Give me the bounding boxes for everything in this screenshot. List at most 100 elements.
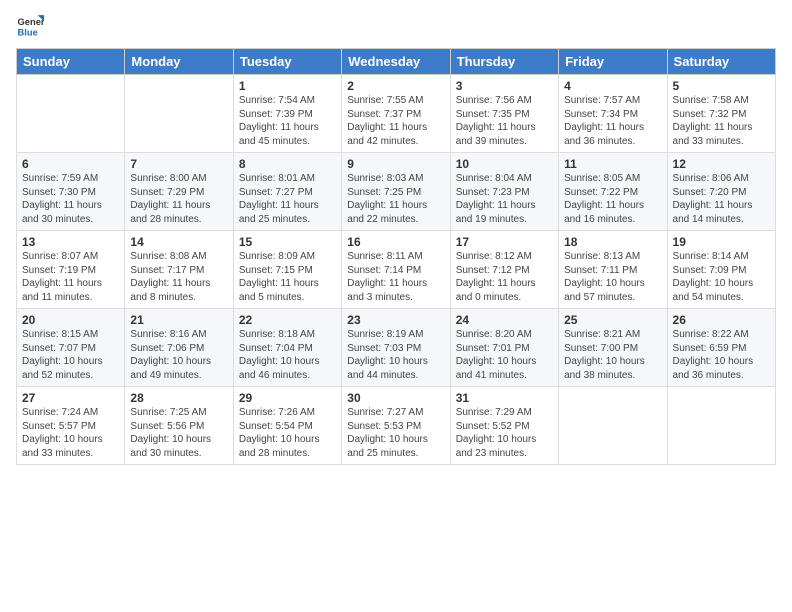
header-tuesday: Tuesday <box>233 49 341 75</box>
logo-icon: General Blue <box>16 12 44 40</box>
day-number: 24 <box>456 313 553 327</box>
day-info: Sunrise: 8:06 AM Sunset: 7:20 PM Dayligh… <box>673 172 770 226</box>
day-number: 26 <box>673 313 770 327</box>
header-sunday: Sunday <box>17 49 125 75</box>
day-info: Sunrise: 8:08 AM Sunset: 7:17 PM Dayligh… <box>130 250 227 304</box>
header-wednesday: Wednesday <box>342 49 450 75</box>
day-info: Sunrise: 8:01 AM Sunset: 7:27 PM Dayligh… <box>239 172 336 226</box>
day-cell: 16Sunrise: 8:11 AM Sunset: 7:14 PM Dayli… <box>342 231 450 309</box>
day-info: Sunrise: 7:27 AM Sunset: 5:53 PM Dayligh… <box>347 406 444 460</box>
day-number: 20 <box>22 313 119 327</box>
day-number: 5 <box>673 79 770 93</box>
day-number: 19 <box>673 235 770 249</box>
day-info: Sunrise: 7:26 AM Sunset: 5:54 PM Dayligh… <box>239 406 336 460</box>
day-number: 14 <box>130 235 227 249</box>
day-cell: 20Sunrise: 8:15 AM Sunset: 7:07 PM Dayli… <box>17 309 125 387</box>
day-cell: 23Sunrise: 8:19 AM Sunset: 7:03 PM Dayli… <box>342 309 450 387</box>
day-cell <box>559 387 667 465</box>
day-info: Sunrise: 8:12 AM Sunset: 7:12 PM Dayligh… <box>456 250 553 304</box>
day-info: Sunrise: 7:55 AM Sunset: 7:37 PM Dayligh… <box>347 94 444 148</box>
day-cell: 13Sunrise: 8:07 AM Sunset: 7:19 PM Dayli… <box>17 231 125 309</box>
week-row-2: 6Sunrise: 7:59 AM Sunset: 7:30 PM Daylig… <box>17 153 776 231</box>
header: General Blue <box>16 12 776 40</box>
day-cell: 31Sunrise: 7:29 AM Sunset: 5:52 PM Dayli… <box>450 387 558 465</box>
day-number: 28 <box>130 391 227 405</box>
day-info: Sunrise: 8:19 AM Sunset: 7:03 PM Dayligh… <box>347 328 444 382</box>
day-cell: 19Sunrise: 8:14 AM Sunset: 7:09 PM Dayli… <box>667 231 775 309</box>
day-info: Sunrise: 7:25 AM Sunset: 5:56 PM Dayligh… <box>130 406 227 460</box>
day-cell: 8Sunrise: 8:01 AM Sunset: 7:27 PM Daylig… <box>233 153 341 231</box>
day-info: Sunrise: 8:09 AM Sunset: 7:15 PM Dayligh… <box>239 250 336 304</box>
day-cell: 28Sunrise: 7:25 AM Sunset: 5:56 PM Dayli… <box>125 387 233 465</box>
day-number: 2 <box>347 79 444 93</box>
day-cell: 25Sunrise: 8:21 AM Sunset: 7:00 PM Dayli… <box>559 309 667 387</box>
day-number: 10 <box>456 157 553 171</box>
day-number: 6 <box>22 157 119 171</box>
day-info: Sunrise: 8:21 AM Sunset: 7:00 PM Dayligh… <box>564 328 661 382</box>
day-cell <box>17 75 125 153</box>
day-number: 27 <box>22 391 119 405</box>
week-row-3: 13Sunrise: 8:07 AM Sunset: 7:19 PM Dayli… <box>17 231 776 309</box>
day-cell: 22Sunrise: 8:18 AM Sunset: 7:04 PM Dayli… <box>233 309 341 387</box>
day-number: 22 <box>239 313 336 327</box>
day-cell: 12Sunrise: 8:06 AM Sunset: 7:20 PM Dayli… <box>667 153 775 231</box>
day-cell: 10Sunrise: 8:04 AM Sunset: 7:23 PM Dayli… <box>450 153 558 231</box>
day-cell: 30Sunrise: 7:27 AM Sunset: 5:53 PM Dayli… <box>342 387 450 465</box>
calendar-table: SundayMondayTuesdayWednesdayThursdayFrid… <box>16 48 776 465</box>
day-number: 18 <box>564 235 661 249</box>
day-cell: 5Sunrise: 7:58 AM Sunset: 7:32 PM Daylig… <box>667 75 775 153</box>
logo: General Blue <box>16 12 44 40</box>
day-number: 23 <box>347 313 444 327</box>
day-info: Sunrise: 7:54 AM Sunset: 7:39 PM Dayligh… <box>239 94 336 148</box>
day-number: 15 <box>239 235 336 249</box>
day-cell <box>125 75 233 153</box>
day-info: Sunrise: 8:16 AM Sunset: 7:06 PM Dayligh… <box>130 328 227 382</box>
day-cell <box>667 387 775 465</box>
day-info: Sunrise: 8:00 AM Sunset: 7:29 PM Dayligh… <box>130 172 227 226</box>
day-info: Sunrise: 7:24 AM Sunset: 5:57 PM Dayligh… <box>22 406 119 460</box>
page: General Blue SundayMondayTuesdayWednesda… <box>0 0 792 612</box>
day-number: 21 <box>130 313 227 327</box>
day-cell: 21Sunrise: 8:16 AM Sunset: 7:06 PM Dayli… <box>125 309 233 387</box>
day-cell: 27Sunrise: 7:24 AM Sunset: 5:57 PM Dayli… <box>17 387 125 465</box>
day-info: Sunrise: 8:07 AM Sunset: 7:19 PM Dayligh… <box>22 250 119 304</box>
day-number: 29 <box>239 391 336 405</box>
header-thursday: Thursday <box>450 49 558 75</box>
days-header-row: SundayMondayTuesdayWednesdayThursdayFrid… <box>17 49 776 75</box>
day-cell: 14Sunrise: 8:08 AM Sunset: 7:17 PM Dayli… <box>125 231 233 309</box>
day-cell: 6Sunrise: 7:59 AM Sunset: 7:30 PM Daylig… <box>17 153 125 231</box>
day-number: 31 <box>456 391 553 405</box>
svg-text:General: General <box>18 17 44 27</box>
header-friday: Friday <box>559 49 667 75</box>
day-info: Sunrise: 8:14 AM Sunset: 7:09 PM Dayligh… <box>673 250 770 304</box>
day-info: Sunrise: 8:05 AM Sunset: 7:22 PM Dayligh… <box>564 172 661 226</box>
day-cell: 7Sunrise: 8:00 AM Sunset: 7:29 PM Daylig… <box>125 153 233 231</box>
day-cell: 17Sunrise: 8:12 AM Sunset: 7:12 PM Dayli… <box>450 231 558 309</box>
week-row-4: 20Sunrise: 8:15 AM Sunset: 7:07 PM Dayli… <box>17 309 776 387</box>
day-cell: 1Sunrise: 7:54 AM Sunset: 7:39 PM Daylig… <box>233 75 341 153</box>
day-info: Sunrise: 7:59 AM Sunset: 7:30 PM Dayligh… <box>22 172 119 226</box>
day-cell: 29Sunrise: 7:26 AM Sunset: 5:54 PM Dayli… <box>233 387 341 465</box>
day-info: Sunrise: 8:20 AM Sunset: 7:01 PM Dayligh… <box>456 328 553 382</box>
svg-text:Blue: Blue <box>18 27 38 37</box>
day-cell: 24Sunrise: 8:20 AM Sunset: 7:01 PM Dayli… <box>450 309 558 387</box>
day-number: 9 <box>347 157 444 171</box>
day-cell: 11Sunrise: 8:05 AM Sunset: 7:22 PM Dayli… <box>559 153 667 231</box>
day-cell: 9Sunrise: 8:03 AM Sunset: 7:25 PM Daylig… <box>342 153 450 231</box>
day-number: 16 <box>347 235 444 249</box>
day-cell: 3Sunrise: 7:56 AM Sunset: 7:35 PM Daylig… <box>450 75 558 153</box>
day-info: Sunrise: 8:11 AM Sunset: 7:14 PM Dayligh… <box>347 250 444 304</box>
day-info: Sunrise: 7:58 AM Sunset: 7:32 PM Dayligh… <box>673 94 770 148</box>
day-number: 25 <box>564 313 661 327</box>
day-number: 1 <box>239 79 336 93</box>
day-info: Sunrise: 8:04 AM Sunset: 7:23 PM Dayligh… <box>456 172 553 226</box>
day-number: 7 <box>130 157 227 171</box>
day-info: Sunrise: 8:13 AM Sunset: 7:11 PM Dayligh… <box>564 250 661 304</box>
day-number: 11 <box>564 157 661 171</box>
day-cell: 4Sunrise: 7:57 AM Sunset: 7:34 PM Daylig… <box>559 75 667 153</box>
day-number: 12 <box>673 157 770 171</box>
day-cell: 18Sunrise: 8:13 AM Sunset: 7:11 PM Dayli… <box>559 231 667 309</box>
day-cell: 15Sunrise: 8:09 AM Sunset: 7:15 PM Dayli… <box>233 231 341 309</box>
day-cell: 26Sunrise: 8:22 AM Sunset: 6:59 PM Dayli… <box>667 309 775 387</box>
day-number: 30 <box>347 391 444 405</box>
